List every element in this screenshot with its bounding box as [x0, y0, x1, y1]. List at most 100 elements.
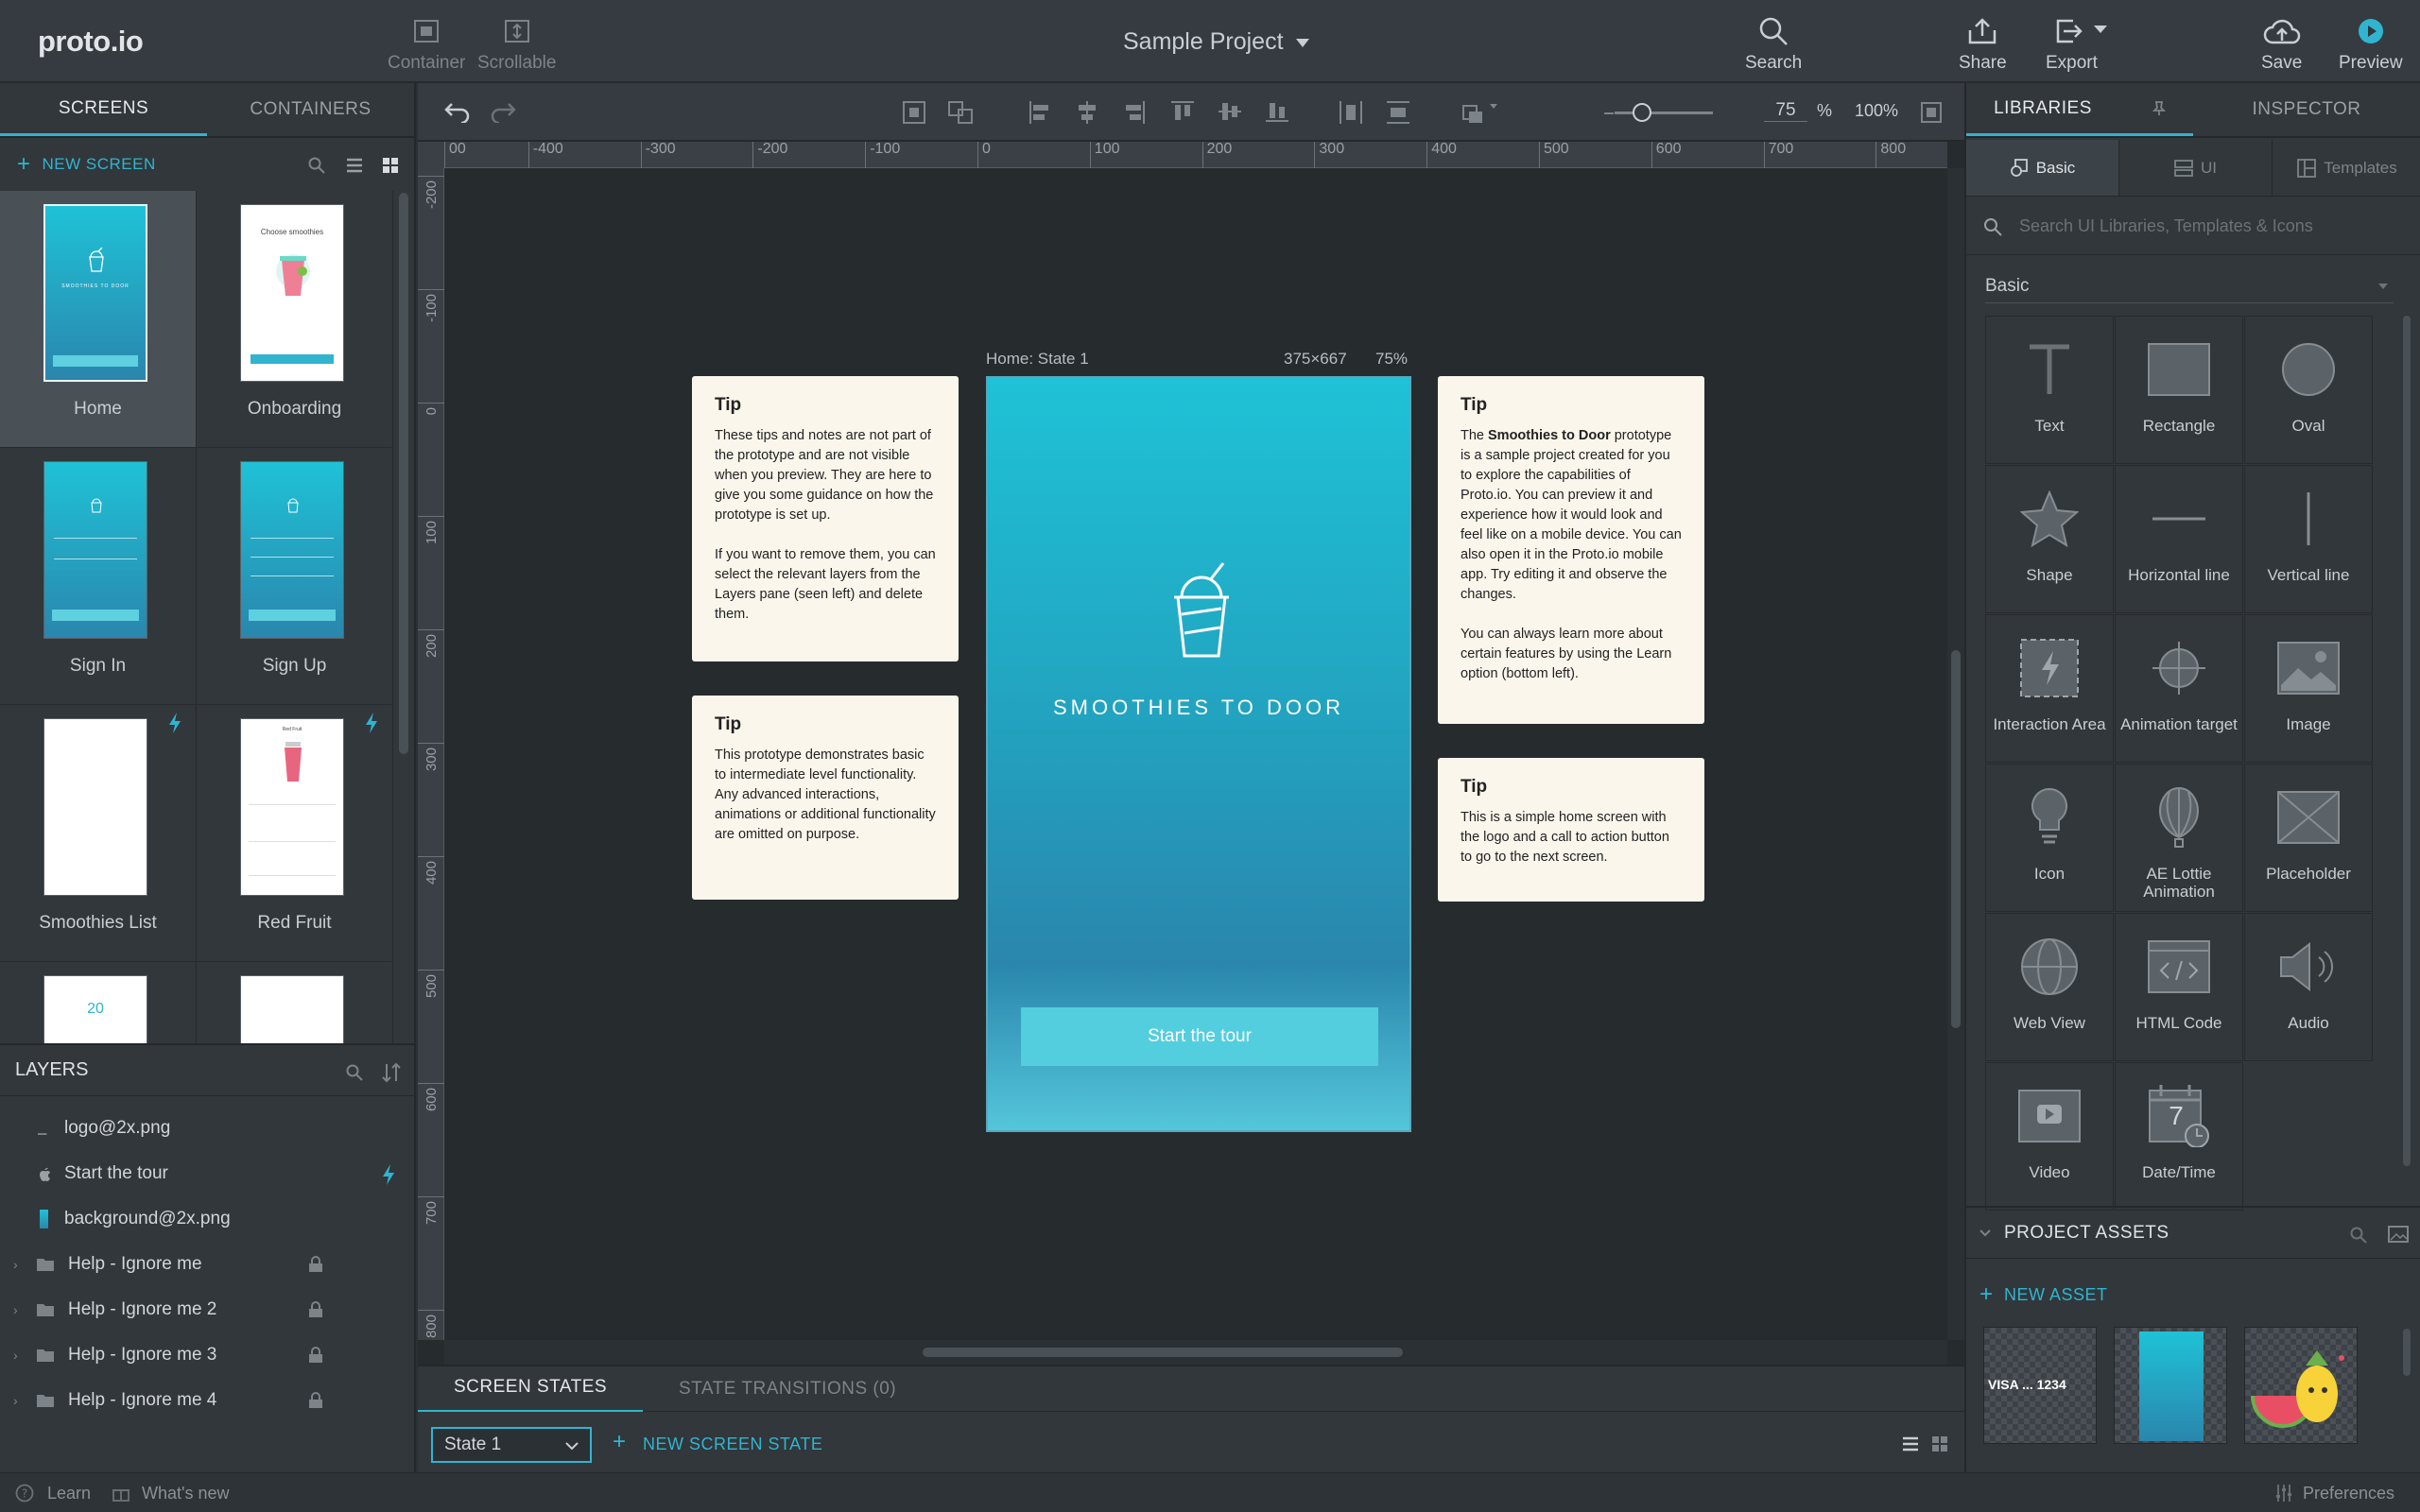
- tab-containers[interactable]: CONTAINERS: [207, 83, 414, 136]
- lock-icon[interactable]: [308, 1392, 323, 1409]
- distribute-vertical-icon[interactable]: [1386, 100, 1410, 125]
- library-scrollbar[interactable]: [2403, 316, 2411, 1166]
- assets-scrollbar[interactable]: [2403, 1329, 2411, 1376]
- tip-note[interactable]: Tip The Smoothies to Door prototype is a…: [1438, 376, 1704, 724]
- grid-view-icon[interactable]: [382, 157, 399, 174]
- lib-html-code[interactable]: HTML Code: [2115, 913, 2243, 1061]
- lib-datetime[interactable]: 7 Date/Time: [2115, 1062, 2243, 1211]
- subtab-ui[interactable]: UI: [2119, 140, 2273, 196]
- screen-smoothies-list[interactable]: Smoothies List: [0, 705, 197, 962]
- asset-credit-card[interactable]: VISA ... 1234: [1983, 1327, 2097, 1444]
- ungroup-icon[interactable]: [947, 100, 974, 125]
- lib-audio[interactable]: Audio: [2244, 913, 2373, 1061]
- lib-placeholder[interactable]: Placeholder: [2244, 764, 2373, 912]
- lib-web-view[interactable]: Web View: [1985, 913, 2114, 1061]
- tab-state-transitions[interactable]: STATE TRANSITIONS (0): [643, 1366, 932, 1413]
- layer-item[interactable]: ▁ logo@2x.png: [0, 1106, 416, 1151]
- asset-fruits-illustration[interactable]: [2244, 1327, 2358, 1444]
- align-top-icon[interactable]: [1170, 100, 1195, 123]
- whats-new-link[interactable]: What's new: [142, 1484, 229, 1503]
- smoothie-logo-icon[interactable]: [1161, 558, 1240, 662]
- list-view-icon[interactable]: [346, 157, 363, 174]
- zoom-slider[interactable]: [1615, 112, 1713, 114]
- project-selector[interactable]: Sample Project: [1123, 28, 1310, 56]
- screen-sign-in[interactable]: Sign In: [0, 448, 197, 705]
- app-logo[interactable]: proto.io: [38, 25, 144, 59]
- align-center-icon[interactable]: [1076, 100, 1098, 125]
- learn-link[interactable]: Learn: [47, 1484, 91, 1503]
- export-button[interactable]: Export: [2046, 15, 2120, 74]
- start-tour-button[interactable]: Start the tour: [1021, 1007, 1378, 1066]
- layer-group[interactable]: › Help - Ignore me 4: [0, 1378, 416, 1423]
- lib-shape[interactable]: Shape: [1985, 465, 2114, 613]
- new-screen-button[interactable]: NEW SCREEN: [43, 155, 156, 174]
- screen-sign-up[interactable]: Sign Up: [197, 448, 393, 705]
- group-icon[interactable]: [902, 100, 926, 125]
- tab-screen-states[interactable]: SCREEN STATES: [418, 1366, 644, 1413]
- preferences-link[interactable]: Preferences: [2303, 1484, 2394, 1503]
- tab-screens[interactable]: SCREENS: [0, 83, 207, 136]
- new-screen-state-button[interactable]: NEW SCREEN STATE: [643, 1435, 822, 1454]
- library-section-basic[interactable]: Basic: [1985, 276, 2394, 303]
- fit-screen-icon[interactable]: [1921, 102, 1942, 123]
- screen-home[interactable]: SMOOTHIES TO DOOR Home: [0, 191, 197, 448]
- library-search[interactable]: Search UI Libraries, Templates & Icons: [1966, 197, 2420, 255]
- grid-view-icon[interactable]: [1932, 1436, 1947, 1452]
- screens-scrollbar[interactable]: [399, 193, 408, 754]
- canvas-vertical-scrollbar[interactable]: [1947, 168, 1964, 1340]
- lib-rectangle[interactable]: Rectangle: [2115, 316, 2243, 464]
- layer-group[interactable]: › Help - Ignore me 2: [0, 1287, 416, 1332]
- phone-screen-home[interactable]: SMOOTHIES TO DOOR Start the tour: [986, 376, 1411, 1132]
- search-input[interactable]: Search UI Libraries, Templates & Icons: [2019, 216, 2313, 236]
- lib-image[interactable]: Image: [2244, 614, 2373, 763]
- container-button[interactable]: Container: [388, 15, 465, 74]
- lib-icon[interactable]: Icon: [1985, 764, 2114, 912]
- lib-text[interactable]: Text: [1985, 316, 2114, 464]
- lib-lottie[interactable]: AE Lottie Animation: [2115, 764, 2243, 912]
- align-right-icon[interactable]: [1123, 100, 1146, 125]
- new-asset-button[interactable]: NEW ASSET: [2004, 1285, 2108, 1305]
- layer-group[interactable]: › Help - Ignore me: [0, 1242, 416, 1287]
- redo-icon[interactable]: [490, 100, 516, 123]
- search-icon[interactable]: [2350, 1227, 2367, 1244]
- save-button[interactable]: Save: [2261, 15, 2302, 74]
- undo-icon[interactable]: [444, 100, 471, 123]
- lib-video[interactable]: Video: [1985, 1062, 2114, 1211]
- screen-partial[interactable]: [197, 962, 393, 1043]
- tip-note[interactable]: Tip This prototype demonstrates basic to…: [692, 696, 959, 900]
- image-icon[interactable]: [2388, 1226, 2409, 1243]
- distribute-horizontal-icon[interactable]: [1339, 100, 1363, 125]
- subtab-templates[interactable]: Templates: [2273, 140, 2420, 196]
- tab-libraries[interactable]: LIBRARIES: [1966, 83, 2193, 136]
- search-icon[interactable]: [308, 157, 325, 174]
- search-button[interactable]: Search: [1745, 15, 1802, 74]
- tip-note[interactable]: Tip These tips and notes are not part of…: [692, 376, 959, 662]
- screen-partial[interactable]: 20: [0, 962, 197, 1043]
- share-button[interactable]: Share: [1959, 15, 2007, 74]
- search-icon[interactable]: [346, 1064, 363, 1081]
- lock-icon[interactable]: [308, 1301, 323, 1318]
- asset-background[interactable]: [2114, 1327, 2227, 1444]
- layer-item[interactable]: Start the tour: [0, 1151, 416, 1196]
- zoom-input[interactable]: 75: [1764, 100, 1807, 122]
- scrollable-button[interactable]: Scrollable: [477, 15, 556, 74]
- pin-icon[interactable]: [2152, 100, 2166, 116]
- lib-animation-target[interactable]: Animation target: [2115, 614, 2243, 763]
- zoom-100-button[interactable]: 100%: [1855, 101, 1898, 121]
- state-select[interactable]: State 1: [431, 1427, 592, 1463]
- list-view-icon[interactable]: [1902, 1436, 1919, 1452]
- align-bottom-icon[interactable]: [1265, 100, 1289, 123]
- align-middle-icon[interactable]: [1218, 100, 1242, 123]
- tip-note[interactable]: Tip This is a simple home screen with th…: [1438, 758, 1704, 902]
- lock-icon[interactable]: [308, 1347, 323, 1364]
- project-assets-header[interactable]: PROJECT ASSETS: [1966, 1206, 2420, 1259]
- arrange-icon[interactable]: [1461, 98, 1499, 125]
- zoom-slider-handle[interactable]: [1633, 103, 1651, 122]
- layer-group[interactable]: › Help - Ignore me 3: [0, 1332, 416, 1378]
- lib-oval[interactable]: Oval: [2244, 316, 2373, 464]
- align-left-icon[interactable]: [1028, 100, 1051, 125]
- lock-icon[interactable]: [308, 1256, 323, 1273]
- lib-vertical-line[interactable]: Vertical line: [2244, 465, 2373, 613]
- screen-red-fruit[interactable]: Red Fruit Red Fruit: [197, 705, 393, 962]
- canvas-horizontal-scrollbar[interactable]: [444, 1340, 1947, 1365]
